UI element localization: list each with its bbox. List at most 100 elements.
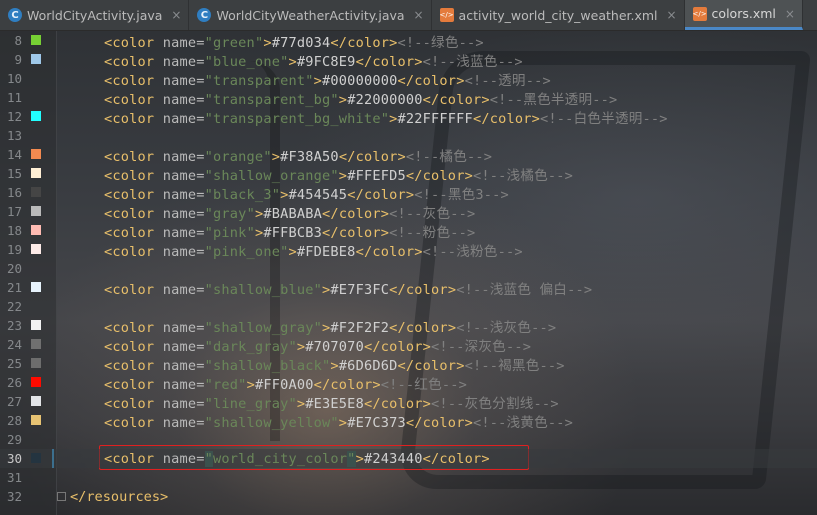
line-number: 30 (6, 451, 22, 466)
close-tab-icon[interactable]: × (170, 8, 182, 22)
color-name: black_3 (213, 186, 272, 203)
line-number: 11 (6, 90, 22, 105)
code-line[interactable]: 12 <color name="transparent_bg_white">#22… (0, 107, 817, 127)
xml-tag-bracket: > (296, 338, 306, 355)
xml-attribute: name= (162, 110, 205, 127)
xml-tag-bracket: > (288, 53, 297, 70)
code-line[interactable]: 28 <color name="shallow_yellow">#E7C373</… (0, 411, 817, 431)
line-number: 13 (6, 128, 22, 143)
code-line[interactable]: 13 (0, 126, 817, 145)
code-line[interactable]: 9 <color name="blue_one">#9FC8E9</color><… (0, 50, 817, 70)
color-swatch-icon[interactable] (31, 282, 41, 292)
color-swatch-icon[interactable] (31, 187, 41, 197)
quote-mark: " (263, 148, 272, 165)
code-line[interactable]: 20 (0, 259, 817, 278)
xml-tag-open: <color (104, 376, 155, 393)
code-line[interactable]: 18 <color name="pink">#FFBCB3</color><!--… (0, 221, 817, 241)
color-swatch-icon[interactable] (31, 339, 41, 349)
code-line[interactable]: 16 <color name="black_3">#454545</color><… (0, 183, 817, 203)
xml-tag-close: </color> (397, 72, 465, 89)
xml-tag-open: <color (104, 72, 155, 89)
code-line[interactable]: 17 <color name="gray">#BABABA</color><!--… (0, 202, 817, 222)
color-swatch-icon[interactable] (31, 35, 41, 45)
color-name: shallow_black (213, 357, 323, 374)
xml-tag-open: <color (104, 450, 155, 467)
color-swatch-icon[interactable] (31, 111, 41, 121)
color-swatch-icon[interactable] (31, 168, 41, 178)
code-line[interactable]: 21 <color name="shallow_blue">#E7F3FC</co… (0, 278, 817, 298)
code-editor[interactable]: 8 <color name="green">#77d034</color><!--… (0, 31, 817, 515)
code-line[interactable]: 32 </resources> (0, 487, 817, 506)
xml-tag-open: <color (104, 205, 155, 222)
line-number: 25 (6, 356, 22, 371)
color-swatch-icon[interactable] (31, 415, 41, 425)
code-line[interactable]: 15 <color name="shallow_orange">#FFEFD5</… (0, 164, 817, 184)
color-swatch-icon[interactable] (31, 377, 41, 387)
code-line[interactable]: 22 (0, 297, 817, 316)
code-line[interactable]: 24 <color name="dark_gray">#707070</color… (0, 335, 817, 355)
xml-tag-close: </color> (322, 224, 390, 241)
fold-toggle-icon[interactable] (57, 492, 66, 501)
color-swatch-icon[interactable] (31, 396, 41, 406)
xml-comment: <!--红色--> (380, 376, 468, 393)
xml-comment: <!--褐黑色--> (464, 357, 565, 374)
color-name: red (213, 376, 239, 393)
color-swatch-icon[interactable] (31, 92, 41, 102)
code-line[interactable]: 27 <color name="line_gray">#E3E5E8</color… (0, 392, 817, 412)
line-number: 20 (6, 261, 22, 276)
quote-mark: " (238, 376, 247, 393)
code-line[interactable]: 30 <color name="world_city_color">#243440… (0, 449, 817, 468)
xml-attribute: name= (162, 224, 205, 241)
line-number: 26 (6, 375, 22, 390)
code-line[interactable]: 31 (0, 468, 817, 487)
quote-mark: " (246, 205, 255, 222)
code-line[interactable]: 10 <color name="transparent">#00000000</c… (0, 69, 817, 89)
tab-2[interactable]: </> activity_world_city_weather.xml × (432, 0, 685, 30)
color-swatch-icon[interactable] (31, 244, 41, 254)
tab-0[interactable]: C WorldCityActivity.java × (0, 0, 190, 30)
tab-3[interactable]: </> colors.xml × (684, 0, 803, 30)
code-line[interactable]: 19 <color name="pink_one">#FDEBE8</color>… (0, 240, 817, 260)
close-tab-icon[interactable]: × (413, 8, 425, 22)
color-swatch-icon[interactable] (31, 149, 41, 159)
code-text: <color name="transparent_bg_white">#22FF… (104, 107, 668, 127)
color-swatch-icon[interactable] (31, 206, 41, 216)
xml-attribute: name= (162, 34, 205, 51)
color-swatch-icon[interactable] (31, 320, 41, 330)
xml-attribute: name= (162, 414, 205, 431)
code-line[interactable]: 14 <color name="orange">#F38A50</color><!… (0, 145, 817, 165)
color-value: #F38A50 (280, 148, 339, 165)
close-tab-icon[interactable]: × (784, 7, 796, 21)
color-swatch-icon[interactable] (31, 54, 41, 64)
code-text: <color name="shallow_blue">#E7F3FC</colo… (104, 278, 592, 298)
java-class-icon: C (8, 8, 22, 22)
xml-comment: <!--灰色分割线--> (431, 395, 559, 412)
close-tab-icon[interactable]: × (666, 8, 678, 22)
code-line[interactable]: 8 <color name="green">#77d034</color><!--… (0, 31, 817, 51)
line-number: 29 (6, 432, 22, 447)
xml-tag-close: </color> (363, 395, 432, 412)
color-name: dark_gray (213, 338, 289, 355)
xml-tag-open: <color (104, 110, 155, 127)
tab-1[interactable]: C WorldCityWeatherActivity.java × (189, 0, 432, 30)
xml-tag-close: </color> (405, 167, 473, 184)
code-text: <color name="black_3">#454545</color><!-… (104, 183, 509, 203)
code-line[interactable]: 11 <color name="transparent_bg">#22000000… (0, 88, 817, 108)
code-line[interactable]: 29 (0, 430, 817, 449)
color-swatch-icon[interactable] (31, 453, 41, 463)
code-line[interactable]: 26 <color name="red">#FF0A00</color><!--红… (0, 373, 817, 393)
code-line[interactable]: 25 <color name="shallow_black">#6D6D6D</c… (0, 354, 817, 374)
xml-tag-close: </color> (363, 338, 432, 355)
xml-tag-bracket: > (338, 414, 348, 431)
xml-tag-bracket: > (330, 357, 339, 374)
color-swatch-icon[interactable] (31, 225, 41, 235)
color-value: #FFBCB3 (263, 224, 323, 241)
color-swatch-icon[interactable] (31, 358, 41, 368)
code-text: <color name="shallow_yellow">#E7C373</co… (104, 411, 573, 431)
xml-tag-open: <color (104, 53, 155, 70)
xml-tag-open: <color (104, 357, 155, 374)
quote-mark: " (204, 110, 214, 127)
quote-mark: " (288, 338, 297, 355)
code-line[interactable]: 23 <color name="shallow_gray">#F2F2F2</co… (0, 316, 817, 336)
color-value: #E7C373 (347, 414, 406, 431)
